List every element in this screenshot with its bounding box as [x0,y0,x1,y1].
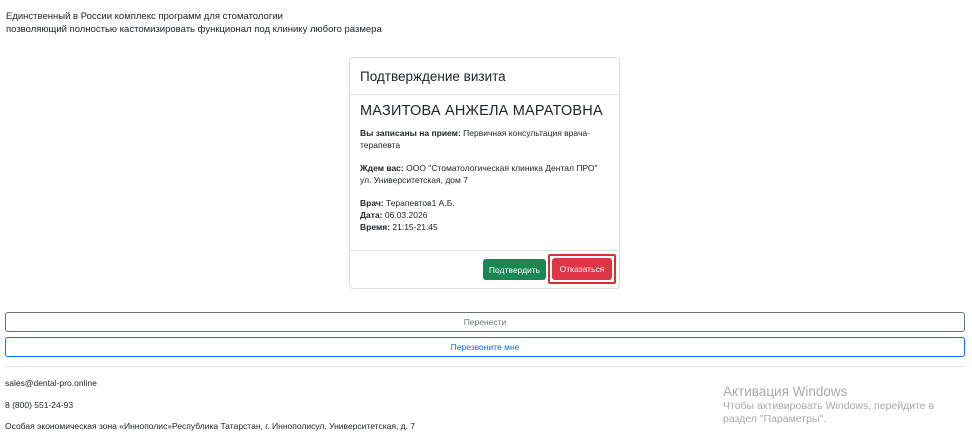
clinic-info: Ждем вас: ООО "Стоматологическая клиника… [360,162,605,186]
tagline-line-2: позволяющий полностью кастомизировать фу… [6,24,382,35]
confirm-button[interactable]: Подтвердить [483,259,546,280]
tagline-line-1: Единственный в России комплекс программ … [6,11,283,22]
patient-name: МАЗИТОВА АНЖЕЛА МАРАТОВНА [360,103,603,119]
tagline: Единственный в России комплекс программ … [6,10,382,36]
date-label: Дата: [360,210,383,220]
footer-email: sales@dental-pro.online [5,378,97,388]
date-value: 06.03.2026 [382,210,428,220]
doctor-value: Терапевтов1 А.Б. [383,198,455,208]
watermark-line-2: раздел "Параметры". [723,413,827,425]
footer-divider [5,366,965,367]
decline-button[interactable]: Отказаться [552,258,612,280]
callback-button[interactable]: Перезвоните мне [5,337,965,357]
time-value: 21:15-21:45 [390,222,438,232]
appointment-info: Вы записаны на прием: Первичная консульт… [360,127,605,151]
watermark-line-1: Чтобы активировать Windows, перейдите в [723,400,935,412]
card-body: МАЗИТОВА АНЖЕЛА МАРАТОВНА Вы записаны на… [350,95,619,233]
date-info: Дата: 06.03.2026 [360,209,605,221]
watermark-title: Активация Windows [723,384,848,399]
doctor-label: Врач: [360,198,384,208]
time-info: Время: 21:15-21:45 [360,221,605,233]
visit-confirmation-card: Подтверждение визита МАЗИТОВА АНЖЕЛА МАР… [349,57,620,289]
footer-phone: 8 (800) 551-24-93 [5,400,74,410]
doctor-info: Врач: Терапевтов1 А.Б. [360,197,605,209]
windows-activation-watermark: Активация Windows Чтобы активировать Win… [723,384,934,426]
visit-details: Врач: Терапевтов1 А.Б. Дата: 06.03.2026 … [360,197,605,233]
visit-info: Вы записаны на прием: Первичная консульт… [360,127,605,233]
time-label: Время: [360,222,391,232]
decline-button-highlight: Отказаться [548,254,616,284]
card-footer: Подтвердить Отказаться [350,250,619,288]
footer-address: Особая экономическая зона «Иннополис»Рес… [5,421,416,431]
reschedule-button[interactable]: Перенести [5,312,965,332]
appointment-label: Вы записаны на прием: [360,128,461,138]
card-header: Подтверждение визита [350,58,619,95]
waiting-label: Ждем вас: [360,163,404,173]
